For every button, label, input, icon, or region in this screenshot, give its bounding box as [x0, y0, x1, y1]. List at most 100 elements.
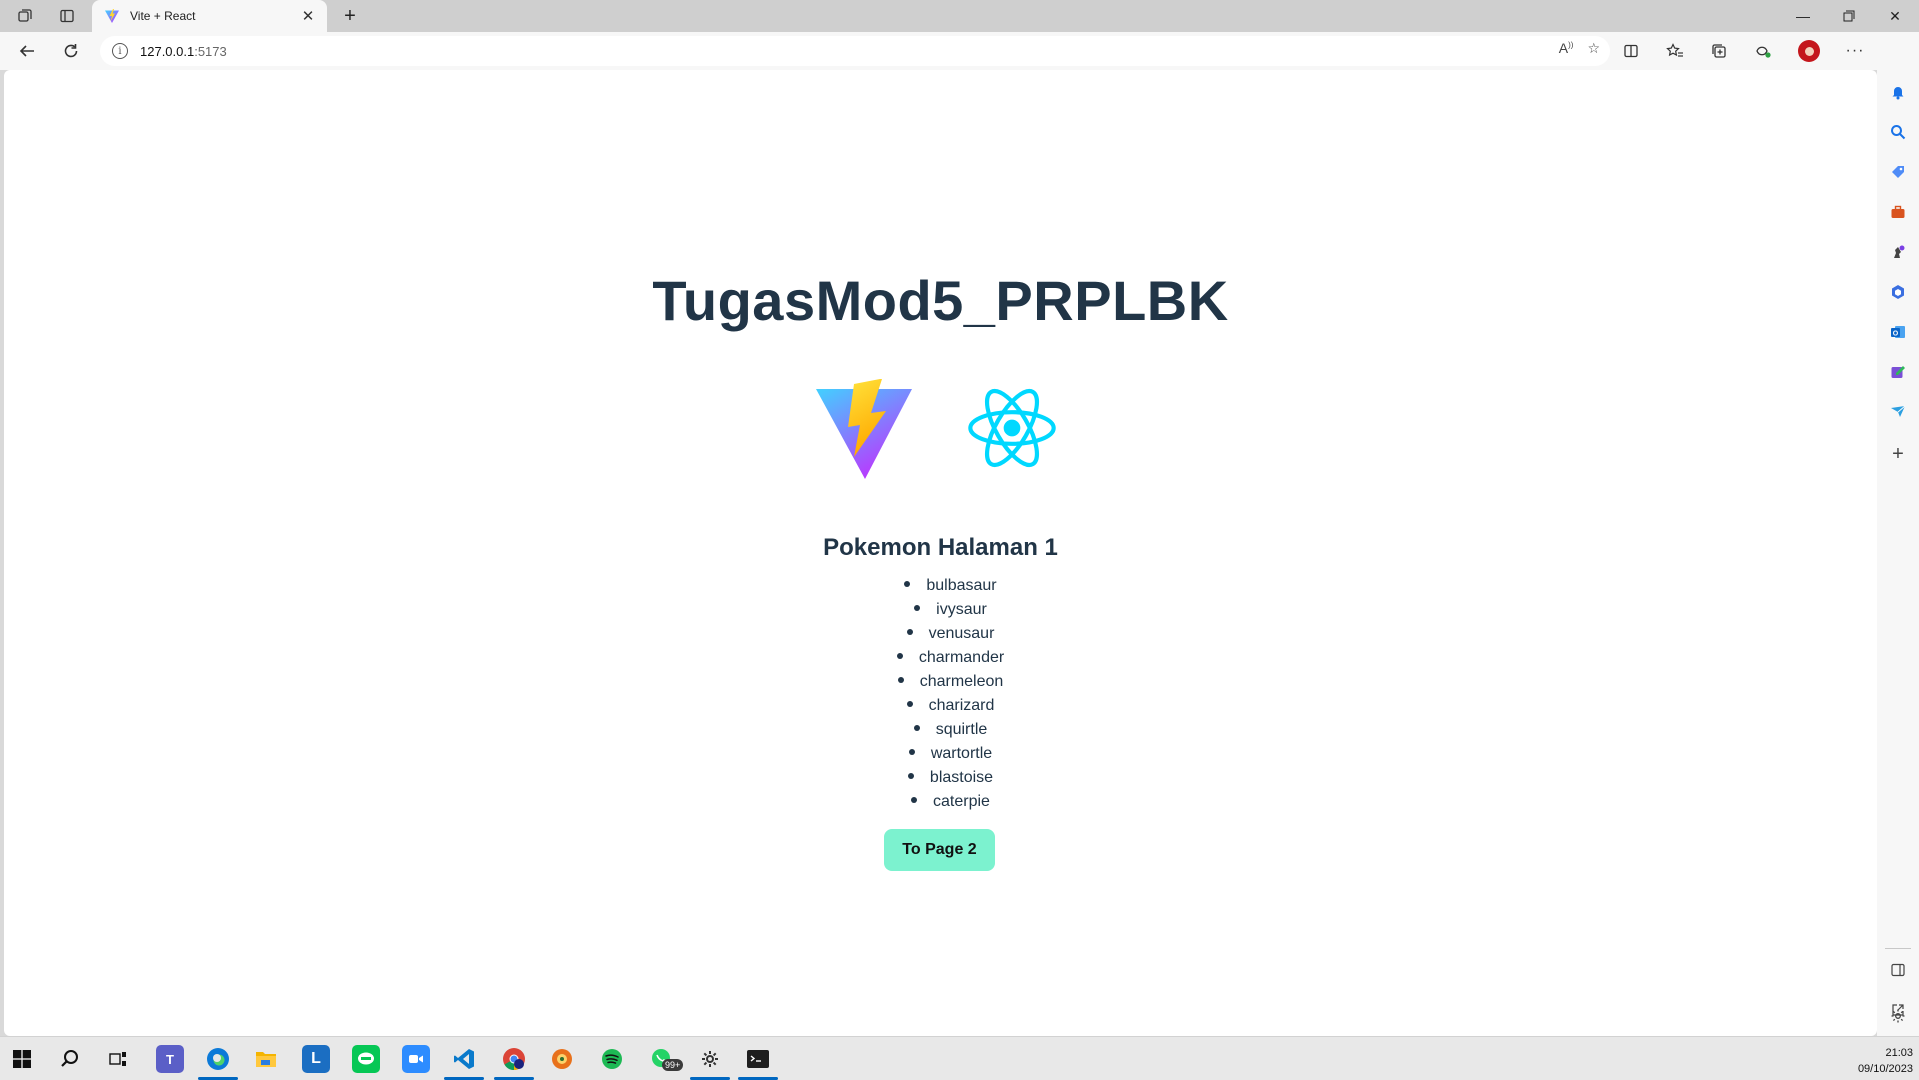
send-icon[interactable]: [1888, 402, 1908, 422]
new-tab-icon[interactable]: +: [336, 4, 364, 28]
profile-avatar[interactable]: [1794, 37, 1824, 65]
active-tab[interactable]: Vite + React ✕: [92, 0, 327, 32]
bullet-icon: [897, 676, 904, 683]
list-item: bulbasaur: [4, 574, 1877, 598]
section-title: Pokemon Halaman 1: [823, 534, 1058, 561]
bullet-icon: [914, 604, 921, 611]
browser-toolbar: i 127.0.0.1:5173 A)) ☆ ··· b: [0, 32, 1919, 70]
refresh-icon[interactable]: [56, 37, 86, 65]
bullet-icon: [908, 748, 915, 755]
pokemon-name: ivysaur: [936, 601, 987, 618]
restore-icon[interactable]: [1826, 0, 1872, 32]
outlook-icon[interactable]: O: [1888, 322, 1908, 342]
logo-row: [4, 375, 1877, 481]
split-screen-icon[interactable]: [1616, 37, 1646, 65]
whatsapp-icon[interactable]: 99+: [648, 1045, 684, 1073]
tab-title: Vite + React: [130, 9, 196, 23]
favorites-icon[interactable]: [1660, 37, 1690, 65]
back-icon[interactable]: [12, 37, 42, 65]
more-icon[interactable]: ···: [1840, 37, 1870, 65]
list-item: venusaur: [4, 622, 1877, 646]
teams-icon[interactable]: T: [156, 1045, 184, 1073]
list-item: ivysaur: [4, 598, 1877, 622]
settings-gear-icon[interactable]: [696, 1045, 724, 1073]
url-text[interactable]: 127.0.0.1:5173: [140, 44, 227, 59]
url-port: :5173: [194, 43, 227, 59]
pokemon-name: squirtle: [935, 721, 988, 738]
list-item: caterpie: [4, 790, 1877, 814]
search-icon[interactable]: [56, 1045, 84, 1073]
minimize-icon[interactable]: —: [1780, 0, 1826, 32]
drop-icon[interactable]: [1888, 362, 1908, 382]
terminal-icon[interactable]: [744, 1045, 772, 1073]
pokemon-name: venusaur: [928, 625, 995, 642]
pokemon-name: charmander: [918, 649, 1005, 666]
chrome-icon[interactable]: [500, 1045, 528, 1073]
list-item: wartortle: [4, 742, 1877, 766]
list-item: squirtle: [4, 718, 1877, 742]
extensions-icon[interactable]: [1748, 37, 1778, 65]
bullet-icon: [911, 796, 918, 803]
tab-actions-icon[interactable]: [50, 4, 84, 28]
bullet-icon: [907, 772, 914, 779]
hide-sidebar-icon[interactable]: [1888, 960, 1908, 980]
close-window-icon[interactable]: ✕: [1872, 0, 1918, 32]
address-bar-actions: A)) ☆: [1559, 40, 1600, 57]
page-title: TugasMod5_PRPLBK: [652, 269, 1229, 332]
edge-sidebar: O +: [1877, 32, 1919, 1036]
bullet-icon: [913, 724, 920, 731]
add-sidebar-app-icon[interactable]: +: [1888, 443, 1908, 465]
vite-logo-icon[interactable]: [814, 375, 914, 481]
address-bar[interactable]: i 127.0.0.1:5173 A)) ☆: [100, 36, 1610, 66]
react-logo-icon[interactable]: [962, 375, 1062, 481]
clock-time: 21:03: [1885, 1047, 1913, 1059]
favorite-star-icon[interactable]: ☆: [1587, 40, 1600, 57]
bullet-icon: [906, 700, 913, 707]
tools-icon[interactable]: [1888, 202, 1908, 222]
tab-strip: Vite + React ✕ + — ✕: [0, 0, 1919, 32]
line-app-icon[interactable]: [352, 1045, 380, 1073]
pokemon-name: charizard: [928, 697, 995, 714]
list-item: charmander: [4, 646, 1877, 670]
list-item: charizard: [4, 694, 1877, 718]
pokemon-name: bulbasaur: [926, 577, 997, 594]
shopping-tag-icon[interactable]: [1888, 162, 1908, 182]
microsoft-365-icon[interactable]: [1888, 282, 1908, 302]
vite-favicon-icon: [105, 9, 119, 23]
site-info-icon[interactable]: i: [112, 43, 128, 59]
bullet-icon: [904, 580, 911, 587]
pokemon-list: bulbasaur ivysaur venusaur charmander ch…: [4, 574, 1877, 814]
games-icon[interactable]: [1888, 242, 1908, 262]
search-icon[interactable]: [1888, 122, 1908, 142]
task-view-icon[interactable]: [104, 1045, 132, 1073]
list-item: blastoise: [4, 766, 1877, 790]
bullet-icon: [906, 628, 913, 635]
orange-app-icon[interactable]: [548, 1045, 576, 1073]
l-app-icon[interactable]: L: [302, 1045, 330, 1073]
to-page-2-button[interactable]: To Page 2: [884, 829, 995, 871]
pokemon-name: blastoise: [929, 769, 994, 786]
system-clock[interactable]: 21:03 09/10/2023: [1858, 1045, 1913, 1077]
spotify-icon[interactable]: [598, 1045, 626, 1073]
tab-close-icon[interactable]: ✕: [299, 7, 317, 25]
clock-date: 09/10/2023: [1857, 1063, 1913, 1075]
read-aloud-icon[interactable]: A)): [1559, 40, 1574, 57]
notification-badge: 99+: [662, 1059, 684, 1071]
start-windows-icon[interactable]: [8, 1045, 36, 1073]
svg-text:O: O: [1893, 331, 1899, 338]
url-host: 127.0.0.1: [140, 43, 195, 59]
collections-icon[interactable]: [1704, 37, 1734, 65]
windows-taskbar: T L 99+ 21:03 09/10/2023: [0, 1036, 1919, 1080]
page-viewport: TugasMod5_PRPLBK Pokemon Halaman 1 bulba…: [4, 70, 1877, 1036]
list-item: charmeleon: [4, 670, 1877, 694]
bell-icon[interactable]: [1888, 82, 1908, 102]
edge-taskbar-icon[interactable]: [204, 1045, 232, 1073]
sidebar-divider: [1885, 948, 1911, 949]
app-root: TugasMod5_PRPLBK Pokemon Halaman 1 bulba…: [4, 70, 1877, 1036]
sidebar-settings-icon[interactable]: [1888, 1006, 1908, 1026]
bullet-icon: [896, 652, 903, 659]
zoom-icon[interactable]: [402, 1045, 430, 1073]
vscode-icon[interactable]: [450, 1045, 478, 1073]
file-explorer-icon[interactable]: [252, 1045, 280, 1073]
workspaces-icon[interactable]: [8, 4, 42, 28]
